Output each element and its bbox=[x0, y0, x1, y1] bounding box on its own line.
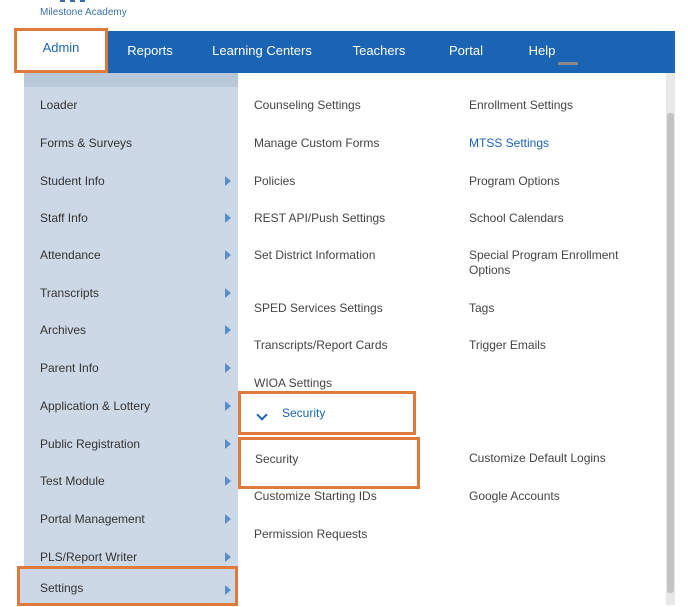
sidebar-item-transcripts[interactable]: Transcripts bbox=[24, 274, 238, 312]
brand-logo: Milestone Academy bbox=[40, 7, 127, 18]
menu-school-calendars[interactable]: School Calendars bbox=[469, 211, 564, 226]
menu-manage-custom-forms[interactable]: Manage Custom Forms bbox=[254, 136, 379, 151]
sidebar-item-student-info[interactable]: Student Info bbox=[24, 162, 238, 200]
chevron-down-icon bbox=[256, 409, 268, 421]
sidebar-item-portal-management[interactable]: Portal Management bbox=[24, 500, 238, 538]
chevron-right-icon bbox=[225, 363, 231, 373]
nav-reports[interactable]: Reports bbox=[108, 31, 192, 73]
scrollbar-thumb[interactable] bbox=[667, 113, 674, 593]
sidebar-item-label: Attendance bbox=[40, 248, 101, 262]
menu-security[interactable]: Security bbox=[238, 437, 420, 489]
menu-mtss-settings[interactable]: MTSS Settings bbox=[469, 136, 549, 151]
menu-permission-requests[interactable]: Permission Requests bbox=[254, 527, 367, 542]
sidebar-item-settings[interactable]: Settings bbox=[17, 566, 238, 606]
top-navbar: Admin Reports Learning Centers Teachers … bbox=[14, 28, 675, 73]
clipped-menu-item bbox=[540, 62, 600, 65]
sidebar-item-loader[interactable]: Loader bbox=[24, 86, 238, 124]
nav-teachers[interactable]: Teachers bbox=[332, 31, 426, 73]
security-section-label: Security bbox=[282, 406, 326, 420]
security-section-toggle[interactable]: Security bbox=[238, 391, 416, 435]
chevron-right-icon bbox=[225, 585, 231, 595]
menu-enrollment-settings[interactable]: Enrollment Settings bbox=[469, 98, 573, 113]
menu-sped-services-settings[interactable]: SPED Services Settings bbox=[254, 301, 383, 316]
menu-customize-starting-ids[interactable]: Customize Starting IDs bbox=[254, 489, 377, 504]
nav-help[interactable]: Help bbox=[506, 31, 578, 73]
chevron-right-icon bbox=[225, 288, 231, 298]
sidebar-item-label: Staff Info bbox=[40, 211, 88, 225]
nav-learning-centers[interactable]: Learning Centers bbox=[192, 31, 332, 73]
sidebar-item-label: Transcripts bbox=[40, 286, 99, 300]
chevron-right-icon bbox=[225, 250, 231, 260]
chevron-right-icon bbox=[225, 439, 231, 449]
sidebar-item-application-lottery[interactable]: Application & Lottery bbox=[24, 387, 238, 425]
menu-customize-default-logins[interactable]: Customize Default Logins bbox=[469, 451, 606, 466]
vertical-scrollbar[interactable] bbox=[666, 73, 675, 605]
menu-trigger-emails[interactable]: Trigger Emails bbox=[469, 338, 546, 353]
logo-mark bbox=[60, 0, 90, 4]
menu-counseling-settings[interactable]: Counseling Settings bbox=[254, 98, 361, 113]
sidebar-item-archives[interactable]: Archives bbox=[24, 311, 238, 349]
chevron-right-icon bbox=[225, 401, 231, 411]
nav-admin[interactable]: Admin bbox=[14, 28, 108, 73]
sidebar-item-forms-surveys[interactable]: Forms & Surveys bbox=[24, 124, 238, 162]
sidebar-item-attendance[interactable]: Attendance bbox=[24, 236, 238, 274]
nav-portal[interactable]: Portal bbox=[426, 31, 506, 73]
chevron-right-icon bbox=[225, 514, 231, 524]
chevron-right-icon bbox=[225, 552, 231, 562]
sidebar-item-label: Public Registration bbox=[40, 437, 141, 451]
menu-google-accounts[interactable]: Google Accounts bbox=[469, 489, 560, 504]
sidebar-item-label: Parent Info bbox=[40, 361, 99, 375]
sidebar-item-staff-info[interactable]: Staff Info bbox=[24, 199, 238, 237]
sidebar-item-public-registration[interactable]: Public Registration bbox=[24, 425, 238, 463]
menu-program-options[interactable]: Program Options bbox=[469, 174, 560, 189]
admin-sidebar: Loader Forms & Surveys Student Info Staf… bbox=[17, 73, 238, 606]
menu-policies[interactable]: Policies bbox=[254, 174, 295, 189]
sidebar-item-label: Forms & Surveys bbox=[40, 136, 133, 150]
menu-tags[interactable]: Tags bbox=[469, 301, 494, 316]
chevron-right-icon bbox=[225, 213, 231, 223]
sidebar-item-label: Test Module bbox=[40, 474, 105, 488]
menu-special-program-enrollment-options[interactable]: Special Program Enrollment Options bbox=[469, 248, 629, 278]
menu-wioa-settings[interactable]: WIOA Settings bbox=[254, 376, 332, 391]
sidebar-item-test-module[interactable]: Test Module bbox=[24, 462, 238, 500]
menu-set-district-information[interactable]: Set District Information bbox=[254, 248, 375, 263]
menu-transcripts-report-cards[interactable]: Transcripts/Report Cards bbox=[254, 338, 388, 353]
menu-rest-api-push-settings[interactable]: REST API/Push Settings bbox=[254, 211, 385, 226]
sidebar-header-bar bbox=[24, 73, 238, 87]
chevron-right-icon bbox=[225, 176, 231, 186]
sidebar-item-label: Student Info bbox=[40, 174, 105, 188]
sidebar-item-parent-info[interactable]: Parent Info bbox=[24, 349, 238, 387]
sidebar-item-label: Settings bbox=[40, 581, 84, 595]
sidebar-item-label: Loader bbox=[40, 98, 78, 112]
menu-security-label: Security bbox=[255, 452, 299, 466]
chevron-right-icon bbox=[225, 325, 231, 335]
sidebar-item-label: Application & Lottery bbox=[40, 399, 151, 413]
sidebar-item-label: Portal Management bbox=[40, 512, 145, 526]
sidebar-item-label: Archives bbox=[40, 323, 87, 337]
chevron-right-icon bbox=[225, 476, 231, 486]
